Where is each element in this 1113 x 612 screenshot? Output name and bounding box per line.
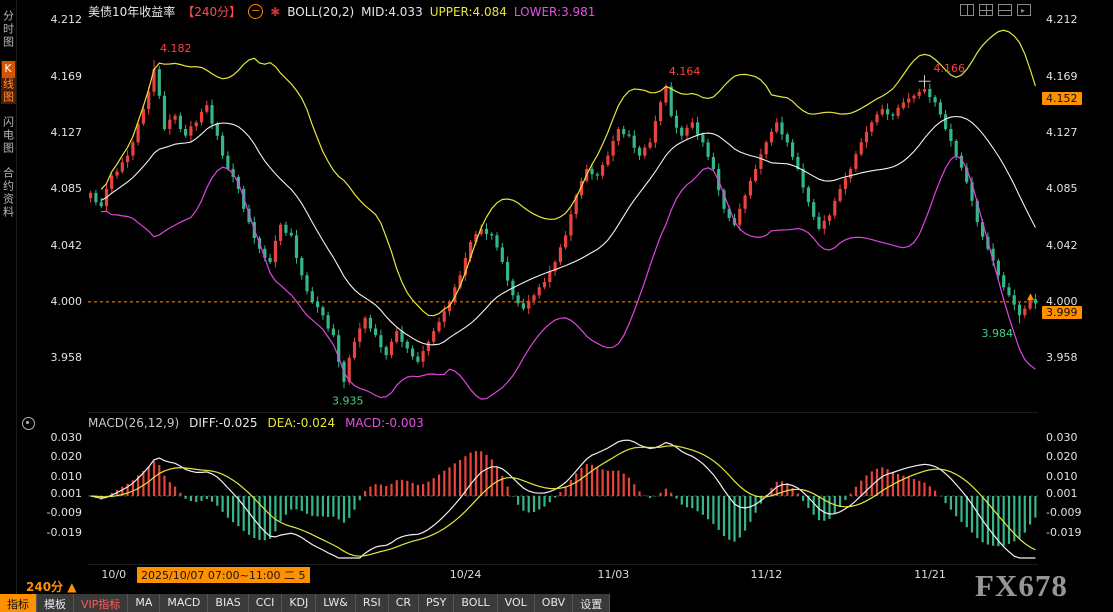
price-axis-label: 4.169 xyxy=(1046,70,1078,83)
x-axis-divider xyxy=(88,564,1038,565)
symbol-title: 美债10年收益率 xyxy=(88,3,175,20)
x-axis-label: 11/12 xyxy=(751,568,783,581)
macd-hist-value: MACD:-0.003 xyxy=(345,416,424,430)
current-price-box: 3.999 xyxy=(1042,306,1082,319)
macd-axis-label: 0.010 xyxy=(1046,470,1078,483)
macd-axis-label: -0.019 xyxy=(1046,526,1081,539)
toolbar-tab[interactable]: OBV xyxy=(535,594,573,612)
toolbar-tab[interactable]: 设置 xyxy=(573,594,610,612)
toolbar-tab[interactable]: MA xyxy=(128,594,160,612)
sidebar-tab[interactable]: 闪电图 xyxy=(1,116,16,155)
macd-histogram xyxy=(91,451,1036,546)
period-dropdown-arrow-icon: ▲ xyxy=(67,580,76,594)
toolbar-tab[interactable]: BOLL xyxy=(454,594,497,612)
bar-info-box: 2025/10/07 07:00~11:00 二 5 xyxy=(137,567,310,583)
toolbar-tab[interactable]: BIAS xyxy=(208,594,248,612)
toolbar-tab[interactable]: PSY xyxy=(419,594,454,612)
macd-axis-label: 0.030 xyxy=(1046,431,1078,444)
sidebar-tab[interactable]: 合约资料 xyxy=(1,167,16,219)
toolbar-tab[interactable]: RSI xyxy=(356,594,389,612)
split-horizontal-layout-icon[interactable] xyxy=(998,4,1012,16)
sidebar-tab[interactable]: 分时图 xyxy=(1,10,16,49)
expand-panel-icon[interactable]: ▸ xyxy=(1017,4,1031,16)
macd-diff-value: DIFF:-0.025 xyxy=(189,416,257,430)
boll-mid-line xyxy=(101,117,1035,345)
toolbar-tab[interactable]: MACD xyxy=(160,594,208,612)
price-axis-label: 4.042 xyxy=(1046,239,1078,252)
grid-layout-icon[interactable] xyxy=(979,4,993,16)
macd-axis-label: -0.019 xyxy=(47,526,82,539)
macd-axis-label: 0.020 xyxy=(1046,450,1078,463)
layout-icons: ▸ xyxy=(960,4,1031,16)
macd-chart[interactable] xyxy=(88,418,1038,566)
period-text: 240分 xyxy=(26,580,63,594)
price-axis-label: 4.212 xyxy=(51,13,83,26)
crosshair-marker xyxy=(919,75,931,87)
toolbar-tab[interactable]: KDJ xyxy=(282,594,316,612)
chart-legend: 美债10年收益率 【240分】 − ✱ BOLL(20,2) MID:4.033… xyxy=(88,3,595,20)
macd-axis-label: 0.001 xyxy=(51,487,83,500)
bottom-toolbar: 指标模板VIP指标MAMACDBIASCCIKDJLW&RSICRPSYBOLL… xyxy=(0,594,610,612)
sidebar-tab[interactable]: K线图 xyxy=(1,61,16,104)
period-tag: 【240分】 xyxy=(182,3,241,20)
toolbar-tab[interactable]: VOL xyxy=(498,594,535,612)
price-annotation: 3.935 xyxy=(332,394,364,407)
boll-lower-value: LOWER:3.981 xyxy=(514,5,596,19)
price-axis-label: 4.169 xyxy=(51,70,83,83)
x-axis-label: 10/24 xyxy=(450,568,482,581)
toolbar-tab[interactable]: CCI xyxy=(249,594,283,612)
price-axis-label: 3.958 xyxy=(51,351,83,364)
boll-lower-line xyxy=(101,156,1035,399)
price-axis-label: 4.127 xyxy=(1046,126,1078,139)
price-direction-arrow: ▲ xyxy=(1027,292,1034,302)
x-axis-label: 11/21 xyxy=(914,568,946,581)
trading-app-window: 分时图 K线图闪电图合约资料 美债10年收益率 【240分】 − ✱ BOLL(2… xyxy=(0,0,1113,612)
boll-upper-line xyxy=(101,30,1035,315)
price-annotation: 4.166 xyxy=(934,62,966,75)
price-axis-label: 4.085 xyxy=(1046,182,1078,195)
price-axis-label: 4.000 xyxy=(51,295,83,308)
indicator-settings-icon[interactable]: ✱ xyxy=(270,5,280,19)
macd-axis-label: -0.009 xyxy=(47,506,82,519)
toolbar-tab[interactable]: VIP指标 xyxy=(74,594,128,612)
macd-axis-label: 0.001 xyxy=(1046,487,1078,500)
macd-axis-label: 0.010 xyxy=(51,470,83,483)
price-axis-left: 4.212 4.169 4.127 4.085 4.042 4.000 3.958 0.030… xyxy=(16,0,84,612)
boll-mid-value: MID:4.033 xyxy=(361,5,423,19)
left-sidebar: 分时图 K线图闪电图合约资料 xyxy=(0,0,17,612)
macd-axis-label: 0.030 xyxy=(51,431,83,444)
candles xyxy=(89,60,1037,389)
price-axis-label: 4.042 xyxy=(51,239,83,252)
boll-label: BOLL(20,2) xyxy=(287,5,354,19)
collapse-pane-icon[interactable]: − xyxy=(248,4,263,19)
macd-dea-value: DEA:-0.024 xyxy=(268,416,336,430)
toolbar-tab[interactable]: 指标 xyxy=(0,594,37,612)
toolbar-tab[interactable]: LW& xyxy=(316,594,356,612)
x-axis-label: 11/03 xyxy=(598,568,630,581)
macd-name-label: MACD(26,12,9) xyxy=(88,416,179,430)
price-axis-label: 4.127 xyxy=(51,126,83,139)
price-annotation: 4.182 xyxy=(160,42,192,55)
macd-axis-label: 0.020 xyxy=(51,450,83,463)
toolbar-tab[interactable]: 模板 xyxy=(37,594,74,612)
x-axis-label: 10/0 xyxy=(101,568,126,581)
right-axis-highlight-value: 4.152 xyxy=(1042,92,1082,105)
pane-divider xyxy=(88,412,1038,413)
price-axis-label: 3.958 xyxy=(1046,351,1078,364)
pane-toggle-icon[interactable] xyxy=(22,417,35,430)
price-axis-label: 4.212 xyxy=(1046,13,1078,26)
price-annotation: 4.164 xyxy=(669,65,701,78)
period-label[interactable]: 240分 ▲ xyxy=(26,578,76,595)
watermark: FX678 xyxy=(975,568,1068,604)
price-chart[interactable]: 4.182 4.164 4.166 3.935 3.984 xyxy=(88,12,1038,412)
macd-legend: MACD(26,12,9) DIFF:-0.025 DEA:-0.024 MAC… xyxy=(88,416,424,430)
price-axis-label: 4.085 xyxy=(51,182,83,195)
toolbar-tab[interactable]: CR xyxy=(389,594,419,612)
boll-upper-value: UPPER:4.084 xyxy=(430,5,507,19)
macd-axis-label: -0.009 xyxy=(1046,506,1081,519)
price-annotation: 3.984 xyxy=(982,327,1014,340)
split-vertical-layout-icon[interactable] xyxy=(960,4,974,16)
